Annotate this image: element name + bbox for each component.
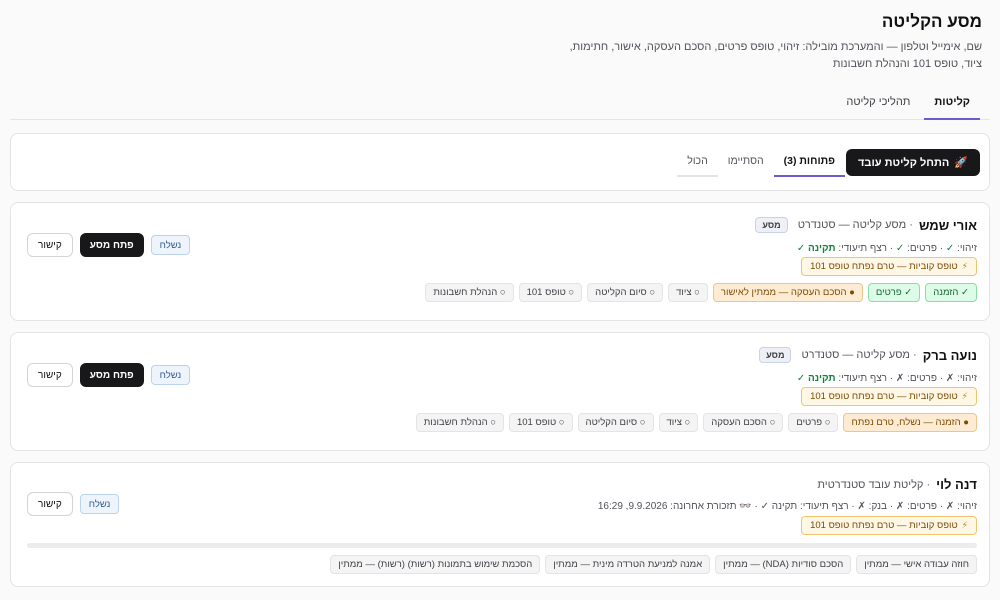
step-chip: חוזה עבודה אישי — ממתין — [856, 555, 977, 574]
step-chip: הסכמת שימוש בתמונות (רשות) (רשות) — ממתי… — [330, 555, 541, 574]
employee-header: נועה ברק · מסע קליטה — סטנדרט מסע — [759, 347, 977, 363]
tab-onboarding-processes[interactable]: תהליכי קליטה — [836, 90, 920, 120]
plug-icon: ⚡ — [961, 261, 968, 271]
filter-tab-open[interactable]: פתוחות (3) — [773, 149, 845, 177]
employee-status-line: זיהוי: ✗ · פרטים: ✗ · בנק: ✗ · רצף תיעוד… — [597, 501, 977, 512]
step-chip: אמנה למניעת הטרדה מינית — ממתין — [545, 555, 711, 574]
link-button[interactable]: קישור — [27, 492, 73, 516]
step-chip: ○ ציוד — [658, 413, 699, 432]
filter-tabs: פתוחות (3) הסתיימו הכול — [677, 149, 845, 177]
employee-actions: קישור נשלח — [27, 492, 120, 516]
filter-tab-all[interactable]: הכול — [677, 149, 718, 177]
page-title: מסע הקליטה — [881, 12, 982, 31]
main-tabs: קליטות תהליכי קליטה — [10, 90, 990, 120]
status-badge: נשלח — [150, 365, 191, 385]
rocket-icon: 🚀 — [954, 157, 968, 169]
plug-icon: ⚡ — [961, 520, 968, 530]
step-chip: ○ הנהלת חשבונות — [415, 413, 504, 432]
employee-name: דנה לוי — [936, 477, 977, 492]
status-badge: נשלח — [150, 235, 191, 255]
step-chip: ○ טופס 101 — [518, 283, 583, 302]
employee-card: נועה ברק · מסע קליטה — סטנדרט מסע זיהוי:… — [10, 332, 990, 451]
employee-name: אורי שמש — [918, 217, 977, 233]
step-chip: ● הזמנה — נשלח, טרם נפתח — [843, 413, 977, 432]
employee-header: אורי שמש · מסע קליטה — סטנדרט מסע — [755, 217, 977, 233]
step-chip: ○ הסכם העסקה — [703, 413, 784, 432]
step-chip: ○ טופס 101 — [508, 413, 573, 432]
progress-bar — [27, 543, 977, 548]
employee-track: · מסע קליטה — סטנדרט — [801, 349, 917, 361]
page: מסע הקליטה שם, אימייל וטלפון — והמערכת מ… — [0, 0, 1000, 600]
employee-status-line: זיהוי: ✓ · פרטים: ✓ · רצף תיעודי: תקינה … — [796, 243, 977, 254]
open-journey-button[interactable]: פתח מסע — [79, 363, 144, 387]
start-onboarding-button[interactable]: 🚀 התחל קליטת עובד — [846, 149, 980, 176]
start-onboarding-label: התחל קליטת עובד — [858, 156, 950, 169]
form101-warning: ⚡ טופס קוביות — טרם נפתח טופס 101 — [801, 387, 977, 406]
step-chip: ● הסכם העסקה — ממתין לאישור — [712, 283, 863, 302]
step-chip: ○ סיום הקליטה — [587, 283, 664, 302]
tab-onboardings[interactable]: קליטות — [924, 90, 980, 120]
step-chip: ✓ פרטים — [867, 283, 921, 302]
employee-card: דנה לוי · קליטת עובד סטנדרטית זיהוי: ✗ ·… — [10, 462, 990, 587]
employee-actions: קישור פתח מסע נשלח — [27, 233, 191, 257]
link-button[interactable]: קישור — [27, 233, 73, 257]
steps-row: חוזה עבודה אישי — ממתין הסכם סודיות (NDA… — [330, 555, 977, 574]
employee-track: · מסע קליטה — סטנדרט — [797, 219, 913, 231]
track-badge: מסע — [759, 347, 792, 363]
step-chip: ✓ הזמנה — [925, 283, 977, 302]
step-chip: ○ סיום הקליטה — [577, 413, 654, 432]
page-subtitle: שם, אימייל וטלפון — והמערכת מובילה: זיהו… — [569, 41, 982, 70]
step-chip: הסכם סודיות (NDA) — ממתין — [715, 555, 852, 574]
status-badge: נשלח — [79, 494, 120, 514]
step-chip: ○ פרטים — [788, 413, 839, 432]
open-journey-button[interactable]: פתח מסע — [79, 233, 144, 257]
employee-card: אורי שמש · מסע קליטה — סטנדרט מסע זיהוי:… — [10, 202, 990, 321]
form101-warning: ⚡ טופס קוביות — טרם נפתח טופס 101 — [801, 257, 977, 276]
employee-status-line: זיהוי: ✗ · פרטים: ✗ · רצף תיעודי: תקינה … — [796, 373, 977, 384]
step-chip: ○ ציוד — [668, 283, 708, 302]
track-badge: מסע — [755, 217, 788, 233]
step-chip: ○ הנהלת חשבונות — [425, 283, 514, 302]
filter-tab-finished[interactable]: הסתיימו — [718, 149, 774, 177]
plug-icon: ⚡ — [961, 391, 968, 401]
employee-header: דנה לוי · קליטת עובד סטנדרטית — [817, 477, 977, 492]
employee-actions: קישור פתח מסע נשלח — [27, 363, 191, 387]
steps-row: ● הזמנה — נשלח, טרם נפתח ○ פרטים ○ הסכם … — [415, 413, 977, 432]
steps-row: ✓ הזמנה ✓ פרטים ● הסכם העסקה — ממתין לאי… — [425, 283, 977, 302]
link-button[interactable]: קישור — [27, 363, 73, 387]
employee-name: נועה ברק — [922, 347, 977, 363]
form101-warning: ⚡ טופס קוביות — טרם נפתח טופס 101 — [801, 516, 977, 535]
employee-track: · קליטת עובד סטנדרטית — [817, 478, 931, 491]
